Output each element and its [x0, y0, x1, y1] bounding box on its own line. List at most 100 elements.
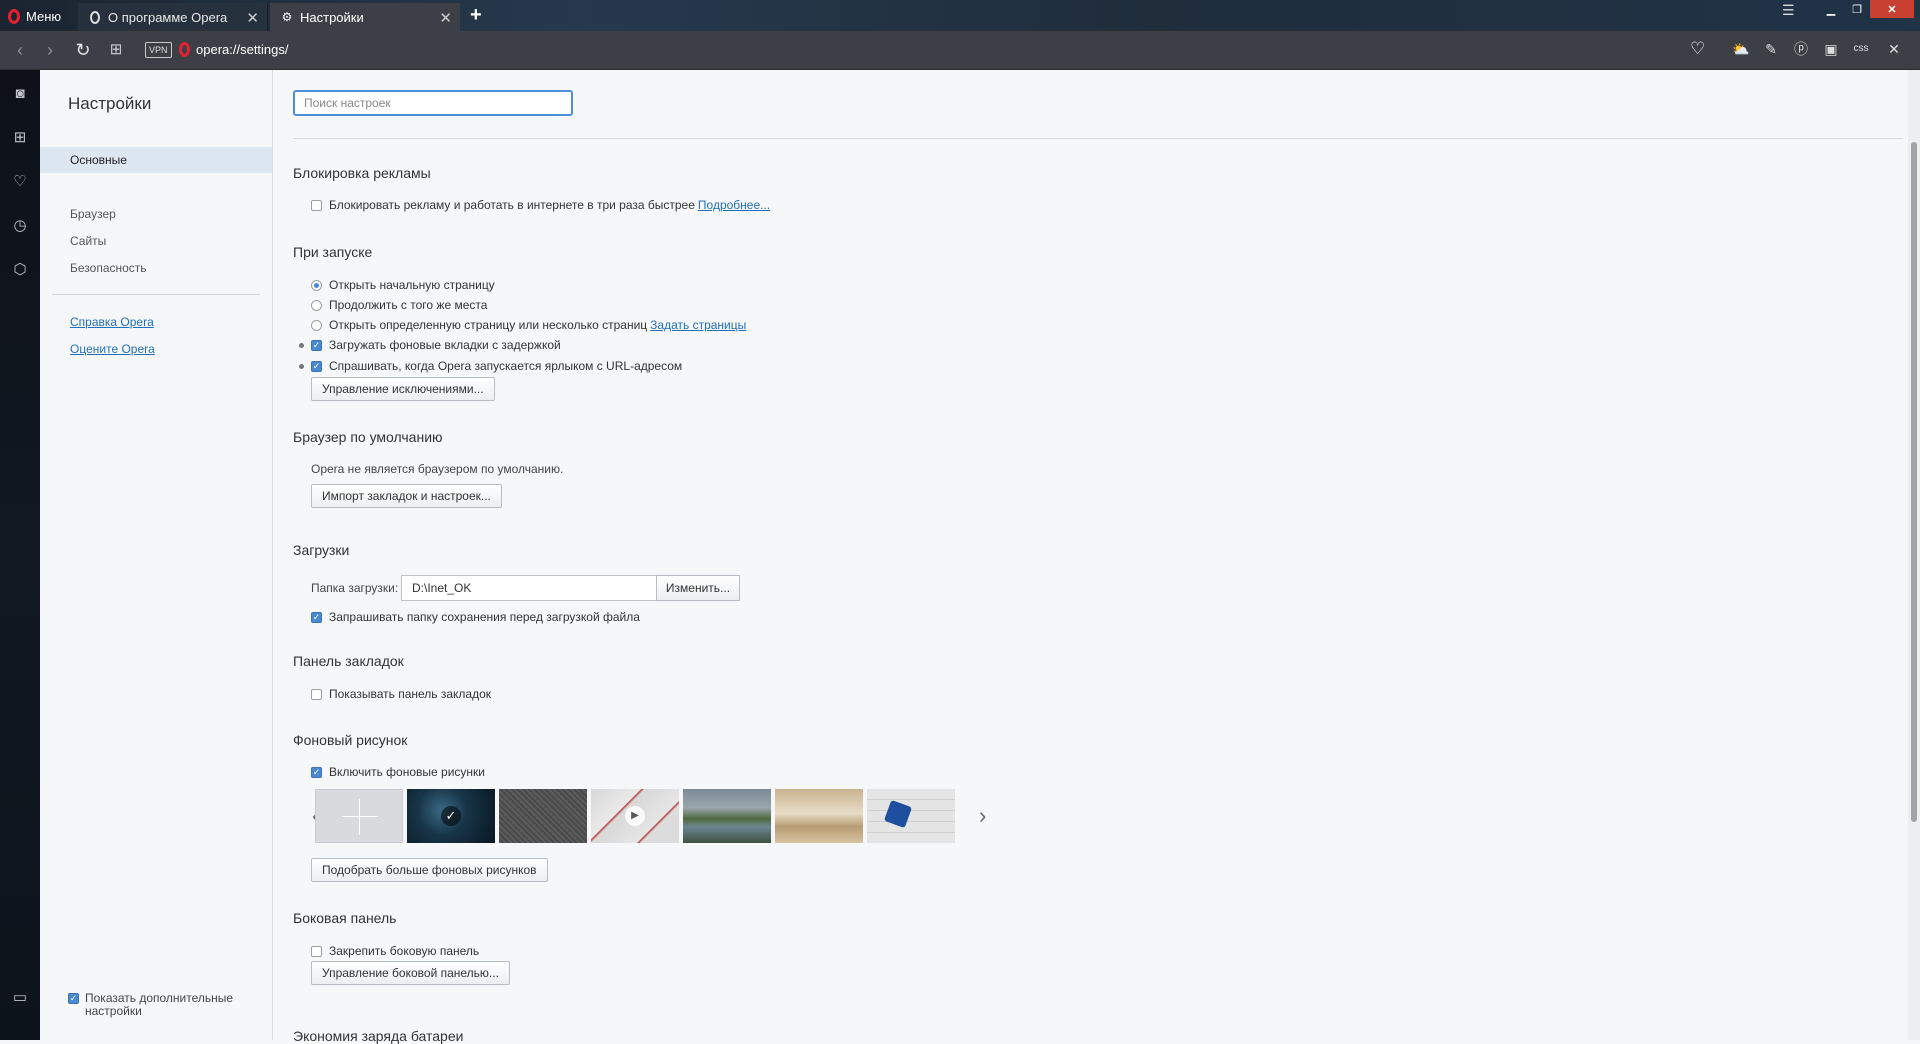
manage-sidebar-button[interactable]: Управление боковой панелью... — [311, 961, 510, 985]
forward-icon[interactable]: › — [40, 40, 60, 60]
startup-radio-specific-pages[interactable] — [311, 319, 322, 331]
default-browser-status: Opera не является браузером по умолчанию… — [311, 462, 564, 476]
puzzle-piece-icon — [883, 799, 913, 829]
advanced-checkbox[interactable]: ✓ — [68, 993, 79, 1004]
url-shortcut-row: ✓ Спрашивать, когда Opera запускается яр… — [311, 359, 682, 373]
close-tab-icon[interactable]: ✕ — [246, 9, 259, 27]
wallpaper-dark-network[interactable]: ✓ — [407, 789, 495, 843]
startup-radio-start-page[interactable] — [311, 279, 322, 291]
minimize-button[interactable]: ▁ — [1818, 0, 1844, 18]
opera-menu-button[interactable]: Меню — [8, 5, 61, 27]
weather-extension-icon[interactable]: ⛅ — [1732, 40, 1750, 58]
battery-saver-title: Экономия заряда батареи — [293, 1028, 464, 1044]
opera-sidebar: ◙ ⊞ ♡ ◷ ⬡ ▭ — [0, 70, 40, 1040]
camera-icon[interactable]: ◙ — [10, 84, 30, 104]
wallpaper-video-red-lines[interactable]: ▶ — [591, 789, 679, 843]
startup-option-label: Продолжить с того же места — [329, 298, 488, 312]
default-browser-title: Браузер по умолчанию — [293, 429, 443, 445]
settings-navigation: Настройки Основные Браузер Сайты Безопас… — [40, 70, 273, 1040]
maximize-button[interactable]: ❐ — [1844, 0, 1870, 18]
tab-title: О программе Opera — [108, 9, 228, 25]
wallpaper-thumbnails: ✓ ▶ — [315, 789, 955, 843]
nav-item-security[interactable]: Безопасность — [40, 255, 272, 281]
bookmark-heart-icon[interactable]: ♡ — [1690, 39, 1705, 59]
add-wallpaper-thumbnail[interactable] — [315, 789, 403, 843]
css-extension-icon[interactable]: css — [1852, 40, 1870, 58]
adblock-title: Блокировка рекламы — [293, 165, 431, 181]
wallpaper-gray-texture[interactable] — [499, 789, 587, 843]
enable-wallpaper-label: Включить фоновые рисунки — [329, 765, 485, 779]
nav-divider — [52, 294, 260, 295]
settings-search-input[interactable] — [293, 90, 573, 116]
speed-dial-icon[interactable]: ⊞ — [106, 40, 126, 60]
settings-title: Настройки — [68, 94, 152, 113]
set-pages-link[interactable]: Задать страницы — [650, 318, 746, 332]
nav-item-browser[interactable]: Браузер — [40, 201, 272, 227]
adblock-more-link[interactable]: Подробнее... — [698, 198, 770, 212]
vpn-badge[interactable]: VPN — [145, 42, 172, 58]
sidebar-toggle-icon[interactable]: ▭ — [10, 988, 30, 1008]
help-link[interactable]: Справка Opera — [70, 315, 154, 329]
manage-exceptions-button[interactable]: Управление исключениями... — [311, 377, 495, 401]
wallpaper-interior-room[interactable] — [775, 789, 863, 843]
lazy-tabs-label: Загружать фоновые вкладки с задержкой — [329, 338, 561, 352]
page-scrollbar[interactable] — [1908, 70, 1920, 1040]
opera-favicon-icon — [88, 10, 102, 24]
tab-menu-icon[interactable]: ☰ — [1782, 2, 1795, 19]
startup-radio-continue[interactable] — [311, 299, 322, 311]
back-icon[interactable]: ‹ — [10, 40, 30, 60]
extensions-cube-icon[interactable]: ⬡ — [10, 260, 30, 280]
tab-settings[interactable]: ⚙ Настройки ✕ — [270, 3, 460, 31]
policy-bullet — [299, 364, 304, 369]
url-shortcut-checkbox[interactable]: ✓ — [311, 360, 322, 372]
reload-icon[interactable]: ↻ — [73, 40, 93, 60]
lazy-tabs-row: ✓ Загружать фоновые вкладки с задержкой — [311, 338, 561, 352]
startup-option-row: Открыть определенную страницу или нескол… — [311, 318, 746, 332]
download-folder-field[interactable]: D:\Inet_OK — [401, 575, 657, 601]
ask-folder-checkbox[interactable]: ✓ — [311, 611, 322, 623]
wallpaper-lake-landscape[interactable] — [683, 789, 771, 843]
ask-folder-label: Запрашивать папку сохранения перед загру… — [329, 610, 640, 624]
enable-wallpaper-checkbox[interactable]: ✓ — [311, 766, 322, 778]
settings-main: Блокировка рекламы Блокировать рекламу и… — [273, 70, 1908, 1044]
menu-label: Меню — [26, 8, 62, 24]
more-wallpapers-button[interactable]: Подобрать больше фоновых рисунков — [311, 858, 548, 882]
side-panel-title: Боковая панель — [293, 910, 397, 926]
advanced-settings-toggle[interactable]: ✓ Показать дополнительные настройки — [68, 992, 245, 1018]
header-divider — [293, 138, 1903, 139]
download-folder-label: Папка загрузки: — [311, 581, 399, 595]
speed-dial-grid-icon[interactable]: ⊞ — [10, 128, 30, 148]
ask-folder-row: ✓ Запрашивать папку сохранения перед заг… — [311, 610, 640, 624]
check-icon: ✓ — [441, 806, 461, 826]
new-tab-button[interactable]: + — [470, 4, 482, 27]
p-extension-icon[interactable]: ⓟ — [1792, 40, 1810, 58]
url-shortcut-label: Спрашивать, когда Opera запускается ярлы… — [329, 359, 683, 373]
wallpaper-next-icon[interactable]: › — [979, 803, 986, 829]
change-folder-button[interactable]: Изменить... — [656, 575, 740, 601]
wallpaper-puzzle[interactable] — [867, 789, 955, 843]
pin-sidebar-checkbox[interactable] — [311, 945, 322, 957]
history-clock-icon[interactable]: ◷ — [10, 216, 30, 236]
adblock-checkbox[interactable] — [311, 199, 322, 211]
bookmarks-heart-icon[interactable]: ♡ — [10, 172, 30, 192]
url-input[interactable]: opera://settings/ — [196, 39, 1696, 61]
startup-option-row: Открыть начальную страницу — [311, 278, 495, 292]
tab-about-opera[interactable]: О программе Opera ✕ — [78, 3, 268, 31]
nav-item-sites[interactable]: Сайты — [40, 228, 272, 254]
nav-item-basic[interactable]: Основные — [40, 147, 272, 173]
lazy-tabs-checkbox[interactable]: ✓ — [311, 339, 322, 351]
import-bookmarks-button[interactable]: Импорт закладок и настроек... — [311, 484, 502, 508]
bulb-extension-icon[interactable]: ✎ — [1762, 40, 1780, 58]
address-bar: ‹ › ↻ ⊞ VPN opera://settings/ ♡ ⛅ ✎ ⓟ ▣ … — [0, 31, 1920, 70]
wallpaper-title: Фоновый рисунок — [293, 732, 408, 748]
close-window-button[interactable]: ✕ — [1870, 0, 1914, 18]
rate-opera-link[interactable]: Оцените Opera — [70, 342, 155, 356]
show-bookmarks-row: Показывать панель закладок — [311, 687, 491, 701]
close-extension-icon[interactable]: ✕ — [1885, 40, 1903, 58]
scrollbar-thumb[interactable] — [1911, 142, 1917, 822]
policy-bullet — [299, 343, 304, 348]
close-tab-icon[interactable]: ✕ — [439, 9, 452, 27]
show-bookmarks-checkbox[interactable] — [311, 688, 322, 700]
snapshot-extension-icon[interactable]: ▣ — [1822, 40, 1840, 58]
play-icon: ▶ — [625, 806, 645, 826]
